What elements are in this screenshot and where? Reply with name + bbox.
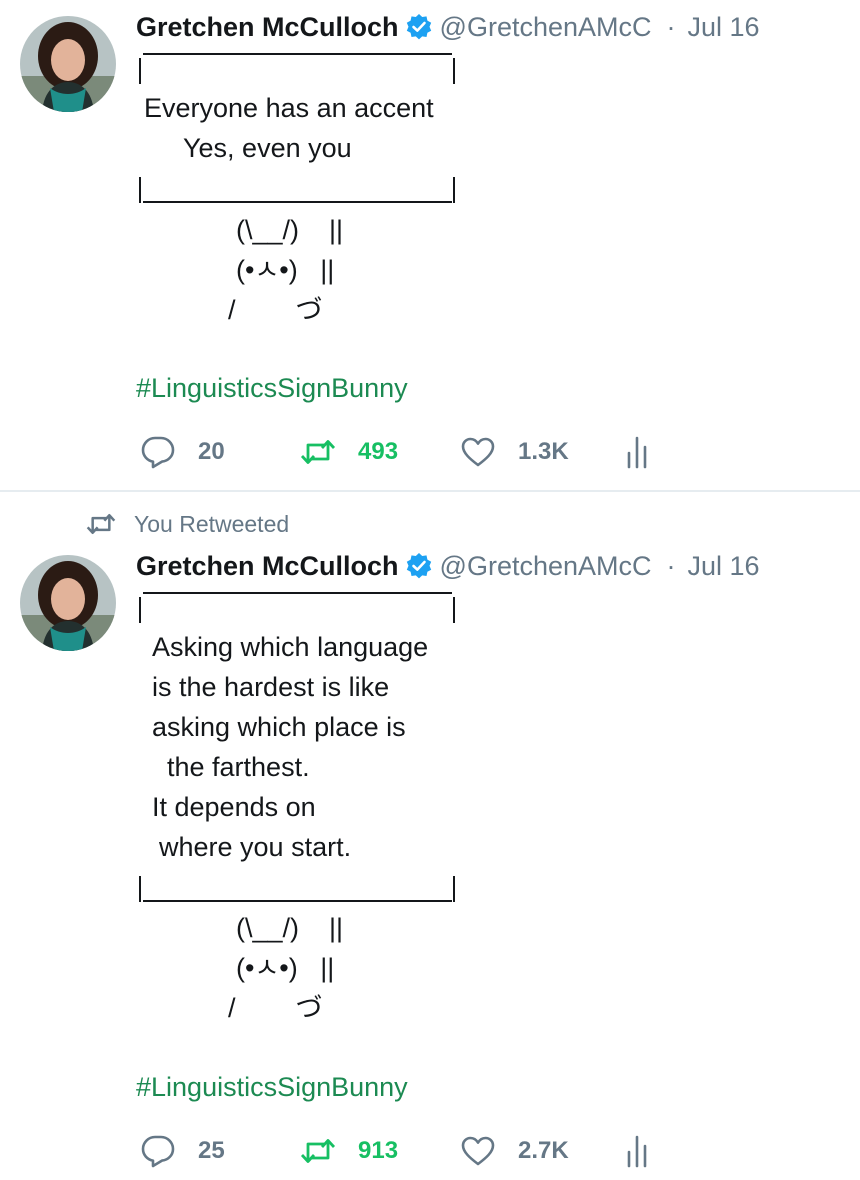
sign-left-border (139, 177, 141, 203)
sign-text-line: It depends on (152, 792, 316, 822)
reply-icon (141, 436, 175, 469)
like-button[interactable]: 1.3K (460, 430, 569, 474)
retweet-count: 493 (358, 438, 399, 465)
retweet-icon (300, 440, 336, 464)
sign-right-border (453, 58, 455, 84)
tweet-header: Gretchen McCulloch @GretchenAMcC · Jul 1… (136, 9, 760, 45)
analytics-icon (627, 1135, 647, 1168)
sign-right-border (453, 597, 455, 623)
tweet-header: Gretchen McCulloch @GretchenAMcC · Jul 1… (136, 548, 760, 584)
retweet-context-icon (86, 514, 116, 534)
tweet-actions: 20 493 1.3K (136, 430, 696, 474)
sign-right-border (453, 177, 455, 203)
sign-text-line: Everyone has an accent (144, 93, 434, 123)
sign-text-line: Asking which language (152, 632, 429, 662)
bunny-line: (•ㅅ•) || (236, 953, 335, 983)
hashtag-link[interactable]: #LinguisticsSignBunny (136, 1067, 408, 1107)
sign-bottom-border (143, 900, 452, 902)
avatar[interactable] (20, 16, 116, 112)
reply-button[interactable]: 20 (140, 430, 225, 474)
tweet-divider (0, 490, 860, 492)
hashtag-link[interactable]: #LinguisticsSignBunny (136, 368, 408, 408)
analytics-icon (627, 436, 647, 469)
heart-icon (461, 1136, 495, 1166)
verified-badge-icon (405, 13, 433, 41)
bunny-line: (\__/) || (236, 913, 344, 943)
analytics-button[interactable] (622, 430, 652, 474)
display-name[interactable]: Gretchen McCulloch (136, 12, 399, 43)
handle[interactable]: @GretchenAMcC (440, 551, 652, 582)
sign-top-border (143, 53, 452, 55)
heart-icon (461, 437, 495, 467)
sign-left-border (139, 876, 141, 902)
reply-count: 20 (198, 438, 225, 465)
retweet-count: 913 (358, 1137, 399, 1164)
retweet-context-label: You Retweeted (134, 510, 290, 537)
separator-dot: · (666, 11, 676, 42)
display-name[interactable]: Gretchen McCulloch (136, 551, 399, 582)
tweet-date[interactable]: Jul 16 (688, 12, 760, 43)
bunny-line: (•ㅅ•) || (236, 255, 335, 285)
tweet-date[interactable]: Jul 16 (688, 551, 760, 582)
sign-text-line: where you start. (159, 832, 352, 862)
avatar[interactable] (20, 555, 116, 651)
retweet-button[interactable]: 913 (300, 1129, 398, 1173)
bunny-line: / づ (228, 295, 323, 325)
bunny-line: (\__/) || (236, 215, 344, 245)
sign-left-border (139, 58, 141, 84)
sign-top-border (143, 592, 452, 594)
like-button[interactable]: 2.7K (460, 1129, 569, 1173)
like-count: 1.3K (518, 438, 569, 465)
reply-count: 25 (198, 1137, 225, 1164)
sign-text-line: is the hardest is like (152, 672, 390, 702)
sign-right-border (453, 876, 455, 902)
retweet-icon (300, 1139, 336, 1163)
reply-icon (141, 1135, 175, 1168)
sign-text-line: Yes, even you (183, 133, 352, 163)
tweet-actions: 25 913 2.7K (136, 1129, 696, 1173)
sign-text-line: the farthest. (167, 752, 310, 782)
sign-text-line: asking which place is (152, 712, 406, 742)
verified-badge-icon (405, 552, 433, 580)
analytics-button[interactable] (622, 1129, 652, 1173)
sign-left-border (139, 597, 141, 623)
retweet-button[interactable]: 493 (300, 430, 398, 474)
like-count: 2.7K (518, 1137, 569, 1164)
handle[interactable]: @GretchenAMcC (440, 12, 652, 43)
sign-bottom-border (143, 201, 452, 203)
retweet-context: You Retweeted (86, 508, 289, 540)
separator-dot: · (666, 550, 676, 581)
reply-button[interactable]: 25 (140, 1129, 225, 1173)
bunny-line: / づ (228, 993, 323, 1023)
